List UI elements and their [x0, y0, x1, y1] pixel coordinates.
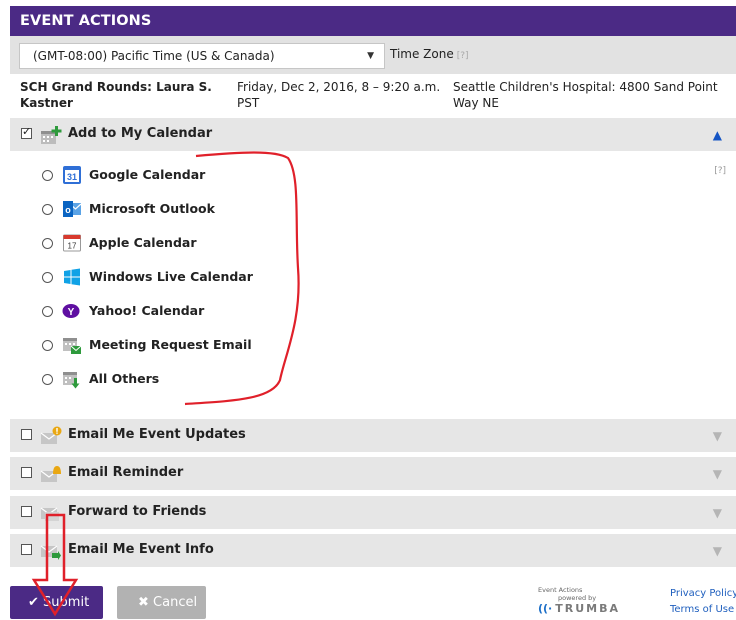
dropdown-arrow-icon[interactable]: ▼ [367, 44, 374, 68]
calendar-help-link[interactable]: [?] [714, 166, 726, 176]
cancel-button[interactable]: ✖ Cancel [117, 586, 206, 619]
forward-label: Forward to Friends [68, 504, 207, 519]
option-label: All Others [89, 371, 160, 386]
option-label: Meeting Request Email [89, 337, 252, 352]
option-label: Microsoft Outlook [89, 201, 215, 216]
email-info-icon [40, 545, 61, 560]
add-calendar-checkbox[interactable] [21, 125, 32, 139]
all-others-radio[interactable] [42, 374, 53, 385]
event-location: Seattle Children's Hospital: 4800 Sand P… [453, 80, 718, 110]
email-updates-label: Email Me Event Updates [68, 427, 246, 442]
svg-text:31: 31 [67, 172, 77, 182]
windows-icon [64, 268, 80, 286]
trumba-logo-text: TRUMBA [555, 602, 620, 615]
windows-live-radio[interactable] [42, 272, 53, 283]
footer-links: Privacy Policy Terms of Use [670, 586, 736, 618]
option-label: Google Calendar [89, 167, 206, 182]
section-add-to-calendar[interactable]: Add to My Calendar ▲ [10, 118, 736, 151]
section-email-reminder[interactable]: Email Reminder ▼ [10, 457, 736, 490]
option-label: Yahoo! Calendar [89, 303, 205, 318]
footer: ✔ Submit ✖ Cancel Event Actions powered … [10, 570, 736, 620]
signal-waves-icon: ((· [538, 602, 553, 615]
email-reminder-checkbox[interactable] [21, 467, 32, 478]
apple-calendar-icon: 17 [63, 234, 81, 252]
event-datetime: Friday, Dec 2, 2016, 8 – 9:20 a.m. PST [237, 80, 441, 110]
branding-line2: powered by [558, 594, 597, 602]
option-label: Apple Calendar [89, 235, 197, 250]
timezone-select[interactable]: (GMT-08:00) Pacific Time (US & Canada) ▼ [19, 43, 385, 69]
meeting-request-radio[interactable] [42, 340, 53, 351]
yahoo-radio[interactable] [42, 306, 53, 317]
forward-checkbox[interactable] [21, 506, 32, 517]
outlook-radio[interactable] [42, 204, 53, 215]
add-calendar-label: Add to My Calendar [68, 126, 213, 141]
calendar-options-panel: [?] 31 Google Calendar o Microsoft Outlo… [10, 151, 736, 419]
calendar-add-icon [41, 126, 62, 144]
meeting-request-icon [63, 338, 82, 354]
branding-line1: Event Actions [538, 586, 583, 594]
svg-text:17: 17 [68, 242, 77, 251]
email-info-checkbox[interactable] [21, 544, 32, 555]
checkmark-icon: ✔ [28, 595, 39, 610]
section-email-updates[interactable]: Email Me Event Updates ▼ [10, 419, 736, 452]
email-alert-icon [40, 426, 62, 444]
outlook-icon: o [63, 201, 82, 217]
timezone-bar: (GMT-08:00) Pacific Time (US & Canada) ▼… [10, 36, 736, 74]
submit-label: Submit [43, 595, 90, 610]
timezone-label-text: Time Zone [390, 47, 454, 61]
trumba-logo: ((· TRUMBA [538, 602, 620, 615]
event-info: SCH Grand Rounds: Laura S. Kastner Frida… [10, 74, 736, 118]
expand-arrow-icon[interactable]: ▼ [713, 506, 722, 520]
timezone-selected: (GMT-08:00) Pacific Time (US & Canada) [33, 49, 275, 63]
event-title: SCH Grand Rounds: Laura S. Kastner [20, 80, 212, 110]
email-reminder-label: Email Reminder [68, 465, 184, 480]
yahoo-icon: Y [62, 304, 80, 318]
email-updates-checkbox[interactable] [21, 429, 32, 440]
close-icon: ✖ [138, 595, 149, 610]
expand-arrow-icon[interactable]: ▼ [713, 429, 722, 443]
expand-arrow-icon[interactable]: ▼ [713, 544, 722, 558]
svg-text:Y: Y [68, 307, 75, 318]
timezone-help-link[interactable]: [?] [457, 51, 469, 61]
svg-text:o: o [65, 205, 71, 215]
download-calendar-icon [63, 372, 80, 389]
header-title: EVENT ACTIONS [20, 13, 152, 29]
terms-of-use-link[interactable]: Terms of Use [670, 602, 736, 618]
google-calendar-radio[interactable] [42, 170, 53, 181]
cancel-label: Cancel [153, 595, 198, 610]
event-actions-header: EVENT ACTIONS [10, 6, 736, 36]
google-calendar-icon: 31 [63, 166, 81, 184]
trumba-branding: Event Actions powered by ((· TRUMBA [538, 586, 618, 620]
expand-arrow-icon[interactable]: ▼ [713, 467, 722, 481]
reminder-bell-icon [40, 466, 61, 482]
timezone-label: Time Zone [?] [390, 47, 469, 61]
privacy-policy-link[interactable]: Privacy Policy [670, 586, 736, 602]
section-forward-to-friends[interactable]: Forward to Friends ▼ [10, 496, 736, 529]
email-info-label: Email Me Event Info [68, 542, 214, 557]
section-email-event-info[interactable]: Email Me Event Info ▼ [10, 534, 736, 567]
option-label: Windows Live Calendar [89, 269, 253, 284]
apple-calendar-radio[interactable] [42, 238, 53, 249]
submit-button[interactable]: ✔ Submit [10, 586, 103, 619]
forward-email-icon [40, 507, 59, 521]
collapse-arrow-icon[interactable]: ▲ [713, 128, 722, 142]
